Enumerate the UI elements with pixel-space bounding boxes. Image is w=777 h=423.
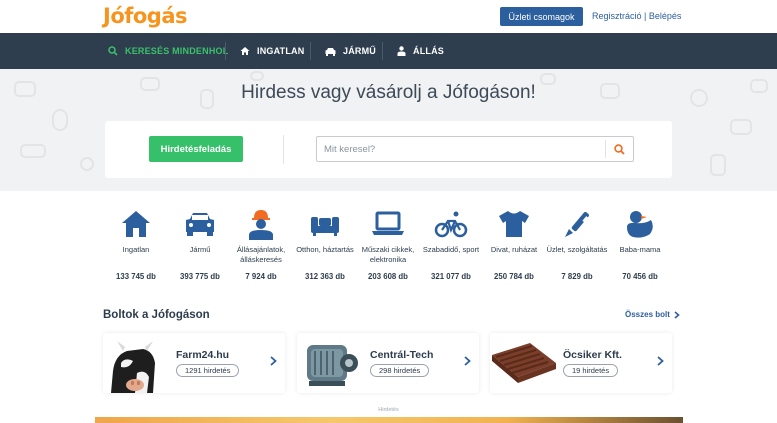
category-real-estate[interactable]: Ingatlan 133 745 db xyxy=(103,207,169,281)
hero-section: Hirdess vagy vásárolj a Jófogáson! Hirde… xyxy=(0,69,777,191)
business-packages-button[interactable]: Üzleti csomagok xyxy=(500,7,583,26)
background-doodle xyxy=(250,71,264,81)
register-login-link[interactable]: Regisztráció | Belépés xyxy=(592,11,681,21)
nav-item-search-everywhere[interactable]: KERESÉS MINDENHOL xyxy=(108,33,228,69)
background-doodle xyxy=(80,157,94,171)
category-count: 312 363 db xyxy=(305,272,345,281)
category-label: Baba-mama xyxy=(619,245,661,254)
category-label: Állásajánlatok, álláskeresés xyxy=(236,245,286,264)
search-input[interactable] xyxy=(317,137,605,161)
chevron-right-icon xyxy=(657,356,664,366)
chevron-right-icon xyxy=(674,310,680,319)
background-doodle xyxy=(710,154,726,176)
shop-ad-count-badge: 1291 hirdetés xyxy=(176,364,240,377)
chevron-right-icon xyxy=(464,356,471,366)
nav-item-vehicle[interactable]: JÁRMŰ xyxy=(325,33,376,69)
nav-item-label: JÁRMŰ xyxy=(343,46,377,56)
category-sport[interactable]: Szabadidő, sport 321 077 db xyxy=(418,207,484,281)
nav-item-label: KERESÉS MINDENHOL xyxy=(125,46,229,56)
house-icon xyxy=(240,47,250,55)
shop-name: Farm24.hu xyxy=(176,349,230,361)
category-count: 250 784 db xyxy=(494,272,534,281)
worker-icon xyxy=(249,210,273,240)
nav-item-real-estate[interactable]: INGATLAN xyxy=(240,33,304,69)
category-label: Divat, ruházat xyxy=(490,245,538,254)
category-label: Szabadidő, sport xyxy=(422,245,480,254)
car-icon xyxy=(325,47,336,56)
post-ad-button[interactable]: Hirdetésfeladás xyxy=(149,136,243,162)
tshirt-icon xyxy=(499,211,529,237)
motor-image xyxy=(297,333,365,393)
search-button[interactable] xyxy=(605,140,633,158)
category-label: Jármű xyxy=(189,245,211,254)
category-jobs[interactable]: Állásajánlatok, álláskeresés 7 924 db xyxy=(228,207,294,281)
chevron-right-icon xyxy=(270,356,277,366)
background-doodle xyxy=(52,109,68,131)
person-icon xyxy=(397,46,406,56)
category-electronics[interactable]: Műszaki cikkek, elektronika 203 608 db xyxy=(355,207,421,281)
category-label: Otthon, háztartás xyxy=(296,245,354,254)
nav-item-jobs[interactable]: ÁLLÁS xyxy=(397,33,444,69)
all-shops-link[interactable]: Összes bolt xyxy=(625,310,680,319)
search-icon xyxy=(614,143,625,155)
category-business[interactable]: Üzlet, szolgáltatás 7 829 db xyxy=(544,207,610,281)
category-count: 321 077 db xyxy=(431,272,471,281)
category-vehicle[interactable]: Jármű 393 775 db xyxy=(167,207,233,281)
shop-ad-count-badge: 19 hirdetés xyxy=(563,364,619,377)
category-baby[interactable]: Baba-mama 70 456 db xyxy=(607,207,673,281)
duck-icon xyxy=(627,211,653,238)
shop-ad-count-badge: 298 hirdetés xyxy=(370,364,430,377)
background-doodle xyxy=(730,119,752,135)
shop-card-central-tech[interactable]: Centrál-Tech 298 hirdetés xyxy=(297,333,479,393)
search-icon xyxy=(108,46,118,56)
category-count: 393 775 db xyxy=(180,272,220,281)
category-home[interactable]: Otthon, háztartás 312 363 db xyxy=(292,207,358,281)
all-shops-label: Összes bolt xyxy=(625,310,670,319)
house-icon xyxy=(122,211,150,237)
bicycle-icon xyxy=(434,211,468,238)
ad-banner[interactable] xyxy=(95,417,683,423)
category-count: 7 829 db xyxy=(561,272,593,281)
hero-title: Hirdess vagy vásárolj a Jófogáson! xyxy=(241,82,536,103)
card-divider xyxy=(283,135,284,164)
category-fashion[interactable]: Divat, ruházat 250 784 db xyxy=(481,207,547,281)
ad-label: Hirdetés xyxy=(378,407,399,413)
search-box xyxy=(316,136,634,162)
roof-tiles-image xyxy=(490,333,558,393)
shop-name: Öcsiker Kft. xyxy=(563,349,622,361)
top-bar: Jófogás Üzleti csomagok Regisztráció | B… xyxy=(0,0,777,33)
search-card: Hirdetésfeladás xyxy=(105,121,672,178)
nav-divider xyxy=(225,42,226,60)
cow-image xyxy=(103,333,171,393)
nav-item-label: INGATLAN xyxy=(257,46,305,56)
category-label: Műszaki cikkek, elektronika xyxy=(361,245,415,264)
shop-name: Centrál-Tech xyxy=(370,349,434,361)
nav-divider xyxy=(382,42,383,60)
category-count: 203 608 db xyxy=(368,272,408,281)
main-nav: KERESÉS MINDENHOL INGATLAN JÁRMŰ ÁLLÁS xyxy=(0,33,777,69)
category-label: Ingatlan xyxy=(122,245,150,254)
shop-card-farm24[interactable]: Farm24.hu 1291 hirdetés xyxy=(103,333,285,393)
laptop-icon xyxy=(372,211,404,235)
category-count: 133 745 db xyxy=(116,272,156,281)
category-count: 7 924 db xyxy=(245,272,277,281)
logo[interactable]: Jófogás xyxy=(103,4,188,28)
nav-divider xyxy=(310,42,311,60)
category-count: 70 456 db xyxy=(622,272,658,281)
background-doodle xyxy=(20,144,46,158)
car-icon xyxy=(186,213,214,236)
shop-card-ocsiker[interactable]: Öcsiker Kft. 19 hirdetés xyxy=(490,333,672,393)
sofa-icon xyxy=(311,217,339,236)
nav-item-label: ÁLLÁS xyxy=(413,46,444,56)
tool-icon xyxy=(565,212,589,237)
category-label: Üzlet, szolgáltatás xyxy=(546,245,608,254)
shops-title: Boltok a Jófogáson xyxy=(103,309,210,321)
